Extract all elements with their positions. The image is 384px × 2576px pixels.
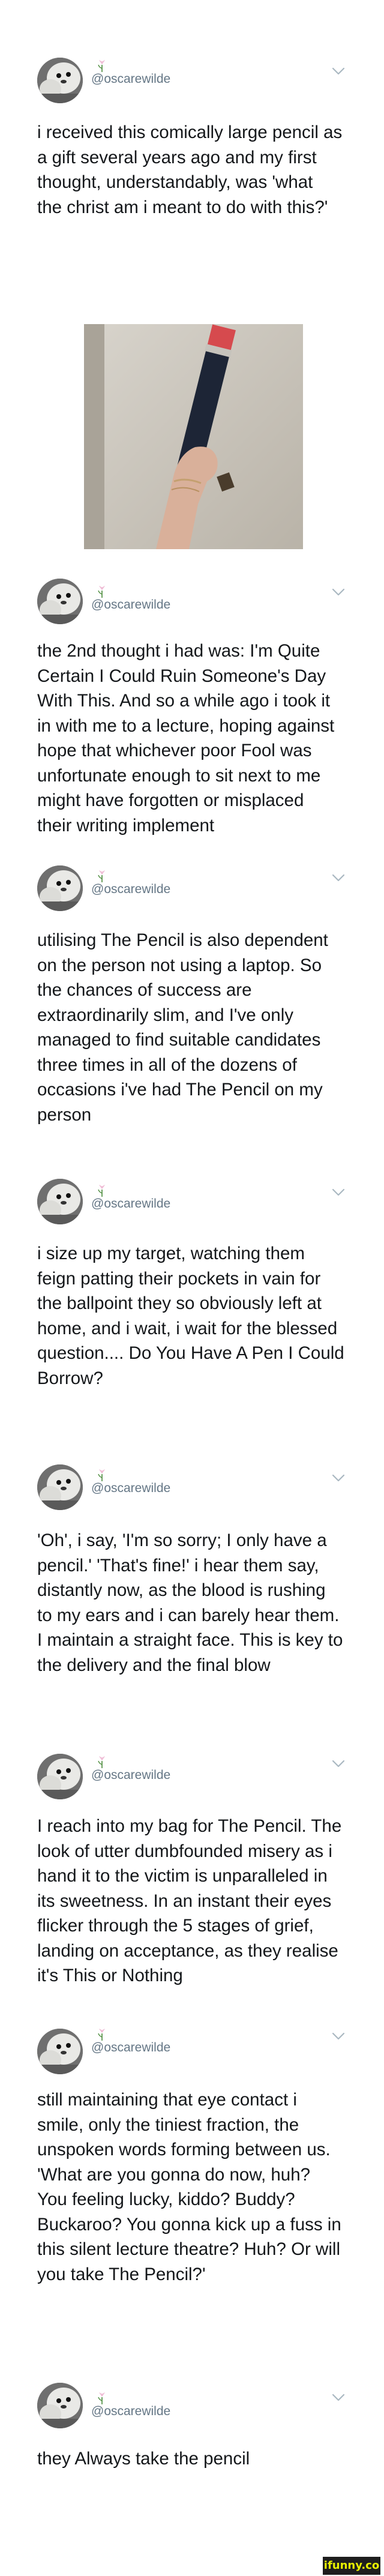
tweet-text: still maintaining that eye contact i smi… xyxy=(37,2090,341,2284)
chevron-down-icon[interactable] xyxy=(332,2394,345,2402)
avatar[interactable] xyxy=(37,579,83,624)
user-header: @oscarewilde xyxy=(90,1755,270,1785)
chevron-down-icon[interactable] xyxy=(332,67,345,76)
flower-emoji-icon xyxy=(96,1184,108,1198)
user-handle[interactable]: @oscarewilde xyxy=(91,598,170,612)
tweet-text: i received this comically large pencil a… xyxy=(37,122,343,217)
chevron-down-icon[interactable] xyxy=(332,2032,345,2041)
tweet-text: the 2nd thought i had was: I'm Quite Cer… xyxy=(37,641,335,835)
user-handle[interactable]: @oscarewilde xyxy=(91,72,170,86)
tweet-text: i size up my target, watching them feign… xyxy=(37,1244,344,1388)
flower-emoji-icon xyxy=(96,2391,108,2406)
flower-emoji-icon xyxy=(96,59,108,73)
avatar[interactable] xyxy=(37,58,83,103)
user-handle[interactable]: @oscarewilde xyxy=(91,1768,170,1783)
flower-emoji-icon xyxy=(96,585,108,599)
tweet-text: utilising The Pencil is also dependent o… xyxy=(37,930,328,1125)
avatar[interactable] xyxy=(37,2383,83,2428)
user-header: @oscarewilde xyxy=(90,585,270,615)
user-handle[interactable]: @oscarewilde xyxy=(91,1197,170,1211)
pencil-photo[interactable] xyxy=(84,324,303,549)
user-header: @oscarewilde xyxy=(90,1468,270,1498)
user-header: @oscarewilde xyxy=(90,2391,270,2421)
user-header: @oscarewilde xyxy=(90,59,270,89)
flower-emoji-icon xyxy=(96,1755,108,1769)
flower-emoji-icon xyxy=(96,2027,108,2042)
flower-emoji-icon xyxy=(96,1468,108,1482)
chevron-down-icon[interactable] xyxy=(332,1760,345,1768)
tweet-text: they Always take the pencil xyxy=(37,2449,250,2469)
flower-emoji-icon xyxy=(96,869,108,883)
user-header: @oscarewilde xyxy=(90,869,270,899)
ifunny-watermark: ifunny.co xyxy=(323,2557,380,2575)
user-handle[interactable]: @oscarewilde xyxy=(91,2041,170,2055)
avatar[interactable] xyxy=(37,865,83,911)
chevron-down-icon[interactable] xyxy=(332,874,345,882)
pencil-image xyxy=(84,324,303,549)
user-header: @oscarewilde xyxy=(90,2027,270,2057)
user-header: @oscarewilde xyxy=(90,1184,270,1214)
chevron-down-icon[interactable] xyxy=(332,1188,345,1197)
avatar[interactable] xyxy=(37,2029,83,2074)
user-handle[interactable]: @oscarewilde xyxy=(91,882,170,897)
avatar[interactable] xyxy=(37,1179,83,1224)
tweet-text: I reach into my bag for The Pencil. The … xyxy=(37,1816,342,1985)
chevron-down-icon[interactable] xyxy=(332,588,345,597)
avatar[interactable] xyxy=(37,1754,83,1799)
avatar[interactable] xyxy=(37,1464,83,1510)
user-handle[interactable]: @oscarewilde xyxy=(91,2404,170,2419)
user-handle[interactable]: @oscarewilde xyxy=(91,1481,170,1496)
tweet-text: 'Oh', i say, 'I'm so sorry; I only have … xyxy=(37,1530,343,1675)
chevron-down-icon[interactable] xyxy=(332,1474,345,1482)
